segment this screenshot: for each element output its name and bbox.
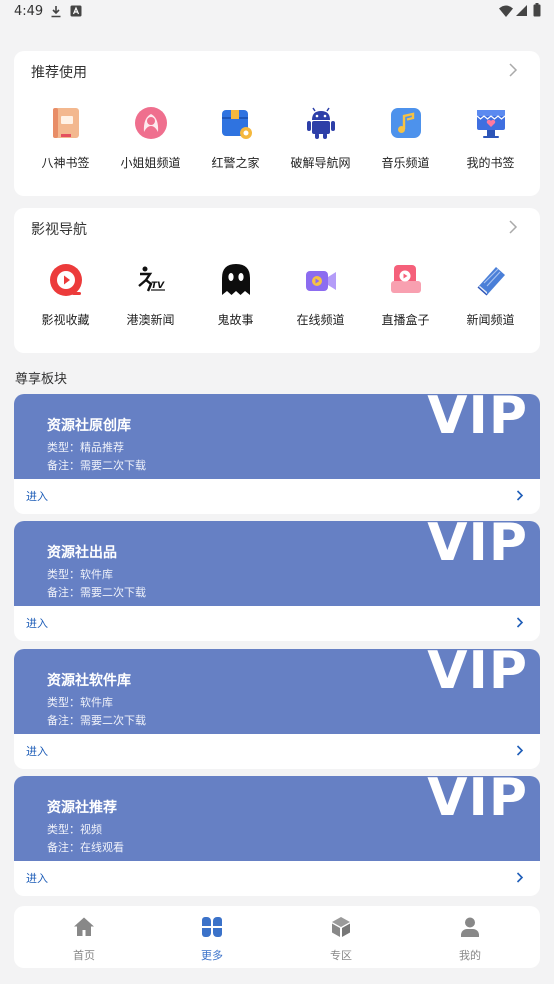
recommend-card: 推荐使用 八神书签 小姐姐频道 红警之家 破解导航网 音乐频道 我的书签 — [14, 51, 540, 196]
video-item[interactable]: 鬼故事 — [193, 263, 278, 328]
recommend-item-label: 音乐频道 — [381, 156, 430, 170]
book-icon — [52, 108, 79, 138]
recommend-item[interactable]: 我的书签 — [448, 106, 533, 171]
live-box-icon — [390, 265, 421, 293]
bottom-nav: 首页 更多 专区 我的 — [14, 906, 540, 968]
video-item[interactable]: 直播盒子 — [363, 263, 448, 328]
recommend-item-label: 破解导航网 — [290, 156, 351, 170]
app-notification-icon — [70, 5, 82, 17]
vip-card-banner: 资源社软件库 类型：软件库 备注：需要二次下载 VIP — [14, 649, 540, 734]
chevron-right-icon[interactable] — [516, 745, 524, 756]
recommend-item[interactable]: 破解导航网 — [278, 106, 363, 171]
shop-icon — [476, 110, 505, 138]
nav-home[interactable]: 首页 — [34, 916, 134, 963]
girl-icon — [134, 107, 167, 139]
cube-icon — [332, 917, 350, 937]
vip-card-note: 备注：在线观看 — [47, 841, 124, 854]
play-icon — [49, 264, 82, 296]
recommend-item-label: 八神书签 — [41, 156, 90, 170]
recommend-grid: 八神书签 小姐姐频道 红警之家 破解导航网 音乐频道 我的书签 — [14, 106, 540, 181]
video-item[interactable]: 在线频道 — [278, 263, 363, 328]
vip-card[interactable]: 资源社原创库 类型：精品推荐 备注：需要二次下载 VIP 进入 — [14, 394, 540, 514]
video-nav-title: 影视导航 — [31, 222, 87, 238]
nav-zone-label: 专区 — [330, 949, 352, 962]
vip-watermark: VIP — [427, 521, 528, 573]
vip-card-note: 备注：需要二次下载 — [47, 459, 146, 472]
box-icon — [221, 110, 252, 139]
video-item-label: 港澳新闻 — [126, 313, 175, 327]
chevron-right-icon[interactable] — [516, 872, 524, 883]
video-item-label: 影视收藏 — [41, 313, 90, 327]
vip-watermark: VIP — [427, 649, 528, 701]
vip-card[interactable]: 资源社出品 类型：软件库 备注：需要二次下载 VIP 进入 — [14, 521, 540, 641]
nav-more-label: 更多 — [201, 949, 223, 962]
user-icon — [461, 917, 479, 937]
enter-link[interactable]: 进入 — [26, 615, 48, 631]
enter-link[interactable]: 进入 — [26, 870, 48, 886]
clover-icon — [202, 917, 222, 937]
video-item[interactable]: 影视收藏 — [23, 263, 108, 328]
vip-watermark: VIP — [427, 394, 528, 446]
recommend-item[interactable]: 八神书签 — [23, 106, 108, 171]
recommend-item-label: 红警之家 — [211, 156, 260, 170]
android-icon — [306, 107, 335, 139]
status-time: 4:49 — [14, 4, 44, 19]
video-item-label: 在线频道 — [296, 313, 345, 327]
recommend-item[interactable]: 红警之家 — [193, 106, 278, 171]
recommend-item-label: 我的书签 — [466, 156, 515, 170]
video-item[interactable]: 新闻频道 — [448, 263, 533, 328]
recommend-item[interactable]: 音乐频道 — [363, 106, 448, 171]
chevron-right-icon[interactable] — [508, 63, 518, 77]
video-item-label: 新闻频道 — [466, 313, 515, 327]
video-item[interactable]: TV 港澳新闻 — [108, 263, 193, 328]
download-icon — [51, 6, 61, 18]
recommend-title: 推荐使用 — [31, 65, 87, 81]
status-bar: 4:49 — [0, 0, 554, 24]
enter-link[interactable]: 进入 — [26, 488, 48, 504]
vip-card-banner: 资源社原创库 类型：精品推荐 备注：需要二次下载 VIP — [14, 394, 540, 479]
video-item-label: 鬼故事 — [217, 313, 254, 327]
video-item-label: 直播盒子 — [381, 313, 430, 327]
vip-card-note: 备注：需要二次下载 — [47, 714, 146, 727]
ghost-icon — [221, 264, 250, 295]
notebook-icon — [477, 267, 505, 296]
nav-more[interactable]: 更多 — [162, 916, 262, 963]
recommend-item[interactable]: 动 — [533, 106, 540, 171]
tv-logo-icon: TV — [137, 266, 165, 292]
recommend-item-label: 小姐姐频道 — [120, 156, 181, 170]
nav-mine-label: 我的 — [459, 949, 481, 962]
vip-card-title: 资源社软件库 — [47, 673, 131, 689]
recommend-item-label: 动 — [533, 154, 540, 171]
vip-card-type: 类型：视频 — [47, 823, 102, 836]
vip-card-title: 资源社出品 — [47, 545, 117, 561]
vip-card[interactable]: 资源社软件库 类型：软件库 备注：需要二次下载 VIP 进入 — [14, 649, 540, 769]
nav-home-label: 首页 — [73, 949, 95, 962]
wifi-icon — [499, 5, 513, 17]
nav-mine[interactable]: 我的 — [420, 916, 520, 963]
vip-card-title: 资源社推荐 — [47, 800, 117, 816]
vip-card-type: 类型：软件库 — [47, 568, 113, 581]
video-nav-card: 影视导航 影视收藏 TV 港澳新闻 鬼故事 在线频道 直播盒子 新闻频道 — [14, 208, 540, 353]
vip-card-type: 类型：软件库 — [47, 696, 113, 709]
music-icon — [390, 108, 421, 138]
enter-link[interactable]: 进入 — [26, 743, 48, 759]
nav-zone[interactable]: 专区 — [291, 916, 391, 963]
chevron-right-icon[interactable] — [516, 490, 524, 501]
recommend-item[interactable]: 小姐姐频道 — [108, 106, 193, 171]
chevron-right-icon[interactable] — [516, 617, 524, 628]
battery-icon — [533, 3, 541, 17]
signal-icon — [516, 5, 527, 16]
premium-section-label: 尊享板块 — [15, 372, 68, 387]
vip-card-banner: 资源社出品 类型：软件库 备注：需要二次下载 VIP — [14, 521, 540, 606]
vip-card-note: 备注：需要二次下载 — [47, 586, 146, 599]
vip-card[interactable]: 资源社推荐 类型：视频 备注：在线观看 VIP 进入 — [14, 776, 540, 896]
chevron-right-icon[interactable] — [508, 220, 518, 234]
vip-watermark: VIP — [427, 776, 528, 828]
video-camera-icon — [305, 271, 336, 291]
vip-card-type: 类型：精品推荐 — [47, 441, 124, 454]
vip-card-banner: 资源社推荐 类型：视频 备注：在线观看 VIP — [14, 776, 540, 861]
video-nav-grid: 影视收藏 TV 港澳新闻 鬼故事 在线频道 直播盒子 新闻频道 — [14, 263, 540, 338]
vip-card-title: 资源社原创库 — [47, 418, 131, 434]
home-icon — [74, 917, 94, 936]
